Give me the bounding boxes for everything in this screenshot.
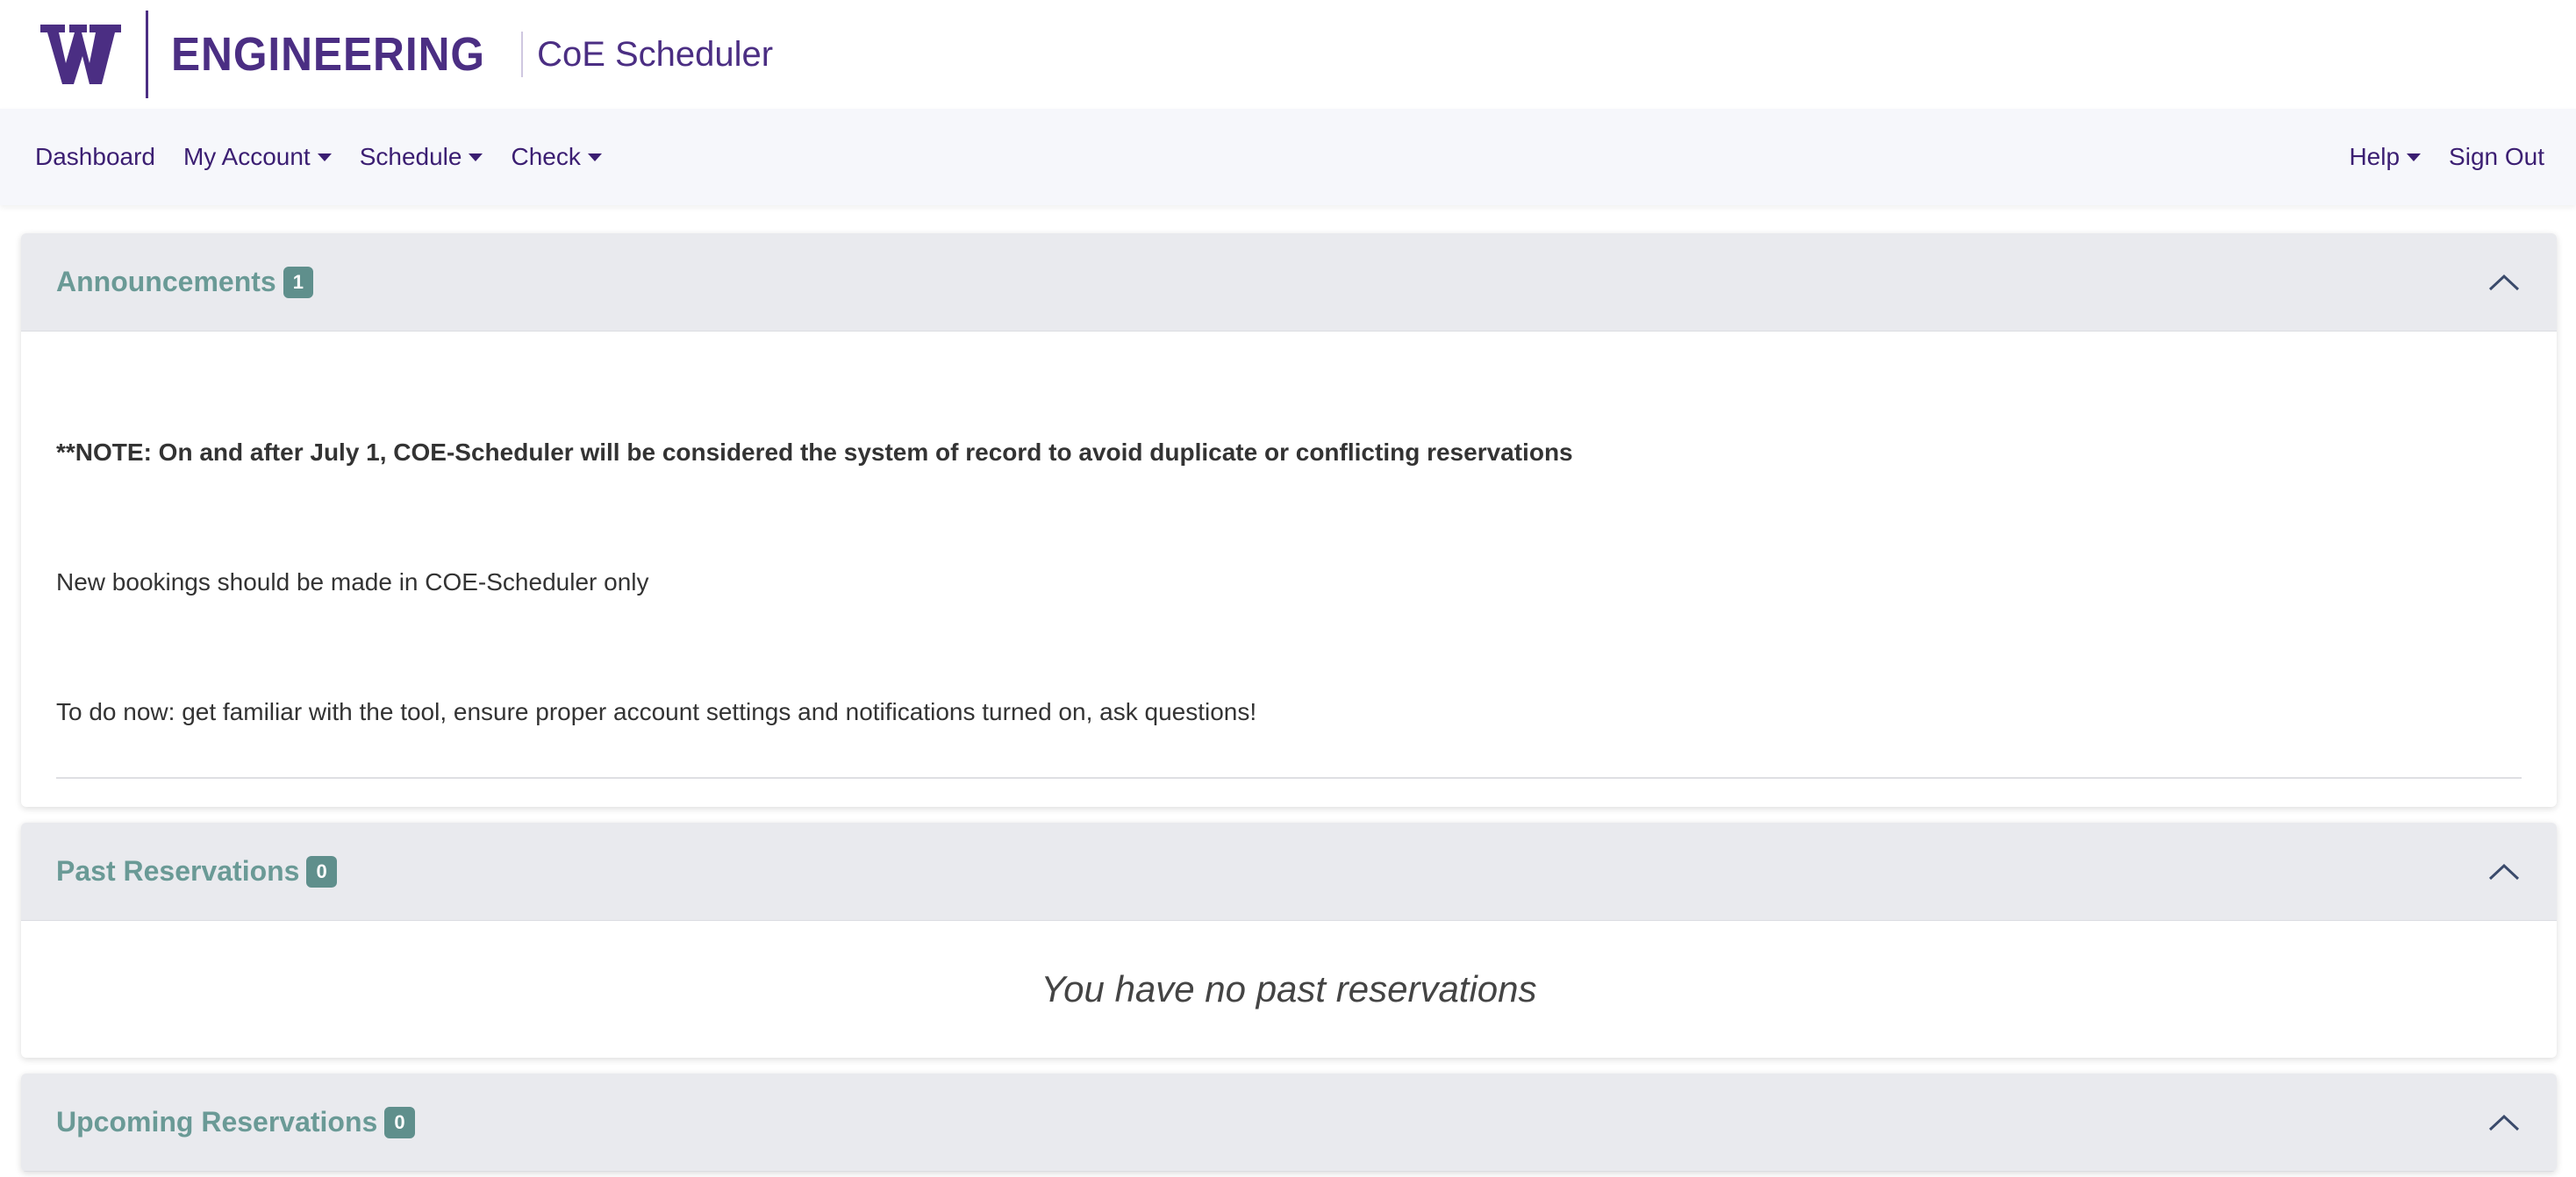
announcements-count-badge: 1: [283, 266, 313, 298]
announcement-line: To do now: get familiar with the tool, e…: [56, 698, 1257, 725]
past-reservations-title: Past Reservations 0: [56, 855, 337, 888]
nav-check-label: Check: [511, 143, 581, 170]
announcements-body: **NOTE: On and after July 1, COE-Schedul…: [21, 332, 2557, 807]
past-reservations-title-text: Past Reservations: [56, 855, 300, 887]
brand-divider: [146, 11, 148, 98]
nav-schedule[interactable]: Schedule: [360, 143, 483, 171]
upcoming-reservations-title: Upcoming Reservations 0: [56, 1106, 415, 1138]
caret-down-icon: [469, 153, 483, 161]
nav-dashboard-label: Dashboard: [35, 143, 155, 170]
nav-help-label: Help: [2349, 143, 2401, 170]
dashboard-content: Announcements 1 **NOTE: On and after Jul…: [0, 205, 2576, 1172]
upcoming-reservations-title-text: Upcoming Reservations: [56, 1106, 378, 1138]
announcement-note: **NOTE: On and after July 1, COE-Schedul…: [56, 439, 1573, 466]
upcoming-reservations-card: Upcoming Reservations 0: [21, 1074, 2557, 1172]
past-reservations-body: You have no past reservations: [21, 921, 2557, 1058]
chevron-up-icon[interactable]: [2487, 861, 2522, 882]
main-nav: Dashboard My Account Schedule Check Help…: [0, 109, 2576, 205]
caret-down-icon: [2407, 153, 2422, 161]
nav-sign-out-label: Sign Out: [2449, 143, 2544, 170]
announcements-card: Announcements 1 **NOTE: On and after Jul…: [21, 233, 2557, 807]
nav-dashboard[interactable]: Dashboard: [35, 143, 155, 171]
nav-check[interactable]: Check: [511, 143, 602, 171]
nav-schedule-label: Schedule: [359, 143, 462, 170]
announcements-header[interactable]: Announcements 1: [21, 233, 2557, 332]
uw-w-logo[interactable]: [32, 25, 121, 84]
caret-down-icon: [587, 153, 602, 161]
past-reservations-header[interactable]: Past Reservations 0: [21, 823, 2557, 921]
chevron-up-icon[interactable]: [2487, 272, 2522, 293]
brand-header: ENGINEERING CoE Scheduler: [0, 0, 2576, 109]
upcoming-reservations-header[interactable]: Upcoming Reservations 0: [21, 1074, 2557, 1172]
caret-down-icon: [317, 153, 332, 161]
upcoming-reservations-count-badge: 0: [384, 1106, 415, 1138]
announcement-line: New bookings should be made in COE-Sched…: [56, 568, 649, 596]
empty-state-message: You have no past reservations: [1041, 968, 1537, 1009]
past-reservations-card: Past Reservations 0 You have no past res…: [21, 823, 2557, 1058]
nav-help[interactable]: Help: [2349, 143, 2422, 171]
engineering-wordmark: ENGINEERING: [171, 28, 485, 81]
nav-left: Dashboard My Account Schedule Check: [35, 143, 630, 171]
app-name[interactable]: CoE Scheduler: [537, 35, 773, 75]
past-reservations-count-badge: 0: [306, 855, 337, 888]
announcements-title-text: Announcements: [56, 266, 276, 297]
nav-sign-out[interactable]: Sign Out: [2449, 143, 2544, 171]
announcements-title: Announcements 1: [56, 266, 313, 298]
app-divider: [521, 32, 524, 77]
announcement-divider: [56, 777, 2522, 779]
nav-my-account-label: My Account: [182, 143, 311, 170]
chevron-up-icon[interactable]: [2487, 1112, 2522, 1133]
nav-right: Help Sign Out: [2321, 143, 2544, 171]
nav-my-account[interactable]: My Account: [183, 143, 332, 171]
